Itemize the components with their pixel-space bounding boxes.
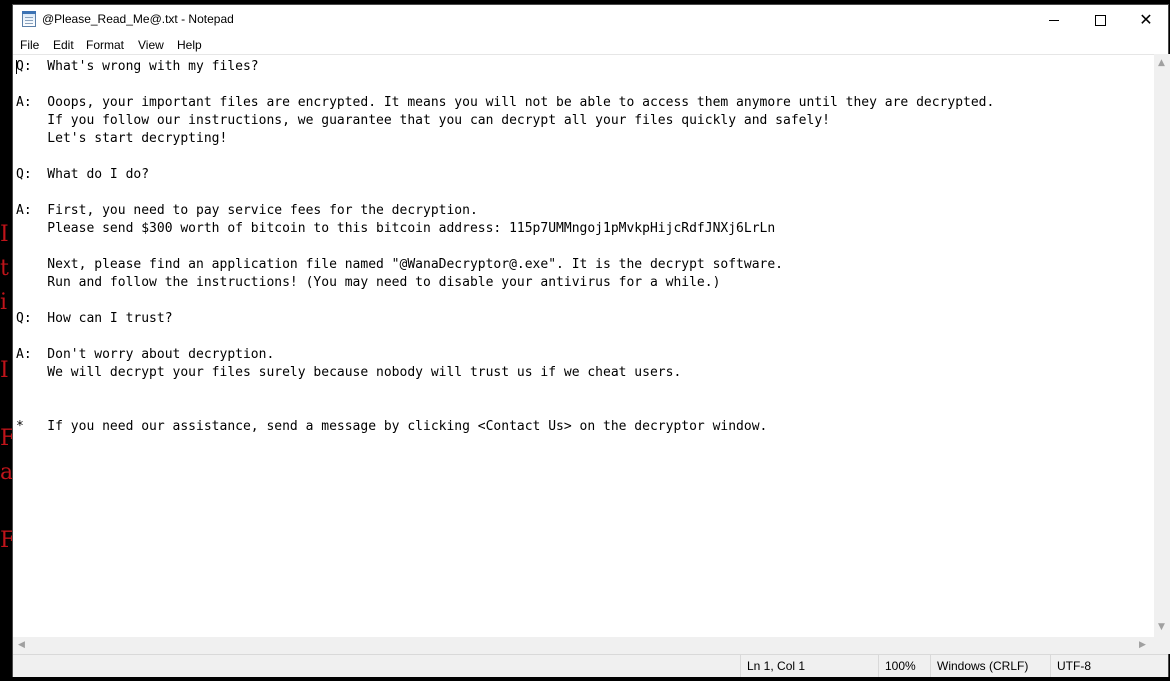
scroll-right-icon[interactable]: ▶	[1139, 640, 1146, 650]
maximize-icon	[1094, 14, 1106, 26]
scroll-down-icon[interactable]: ▼	[1158, 622, 1165, 632]
background-fragment: I	[0, 360, 9, 382]
background-fragment: F	[0, 530, 12, 552]
encoding: UTF-8	[1050, 655, 1170, 677]
background-fragment: F	[0, 428, 12, 450]
maximize-button[interactable]	[1077, 5, 1123, 35]
minimize-icon	[1049, 19, 1059, 21]
background-fragment: t	[0, 258, 9, 280]
text-caret	[16, 60, 17, 74]
menu-file[interactable]: File	[20, 38, 39, 52]
minimize-button[interactable]	[1031, 5, 1077, 35]
line-ending: Windows (CRLF)	[930, 655, 1050, 677]
scroll-up-icon[interactable]: ▲	[1158, 58, 1165, 68]
close-icon: ✕	[1139, 10, 1153, 29]
menu-format[interactable]: Format	[86, 38, 124, 52]
cursor-position: Ln 1, Col 1	[740, 655, 878, 677]
zoom-level: 100%	[878, 655, 930, 677]
background-fragment: a	[0, 462, 12, 484]
window-title: @Please_Read_Me@.txt - Notepad	[42, 12, 234, 26]
menu-view[interactable]: View	[138, 38, 164, 52]
scroll-left-icon[interactable]: ◀	[18, 640, 25, 650]
notepad-window: @Please_Read_Me@.txt - Notepad ✕ File Ed…	[12, 4, 1170, 677]
menu-bar: File Edit Format View Help	[13, 35, 1168, 54]
close-button[interactable]: ✕	[1123, 5, 1169, 35]
background-fragment: I	[0, 224, 9, 246]
text-editor[interactable]: Q: What's wrong with my files? A: Ooops,…	[13, 54, 1154, 638]
menu-help[interactable]: Help	[177, 38, 202, 52]
menu-edit[interactable]: Edit	[53, 38, 74, 52]
scrollbar-corner	[1154, 637, 1170, 654]
document-text[interactable]: Q: What's wrong with my files? A: Ooops,…	[13, 55, 1154, 436]
background-fragment: i	[0, 292, 8, 314]
vertical-scrollbar[interactable]: ▲ ▼	[1154, 54, 1170, 637]
horizontal-scrollbar[interactable]: ◀ ▶	[13, 637, 1154, 654]
title-bar[interactable]: @Please_Read_Me@.txt - Notepad ✕	[13, 5, 1168, 35]
status-bar: Ln 1, Col 1 100% Windows (CRLF) UTF-8	[13, 654, 1168, 677]
notepad-icon	[22, 11, 36, 27]
